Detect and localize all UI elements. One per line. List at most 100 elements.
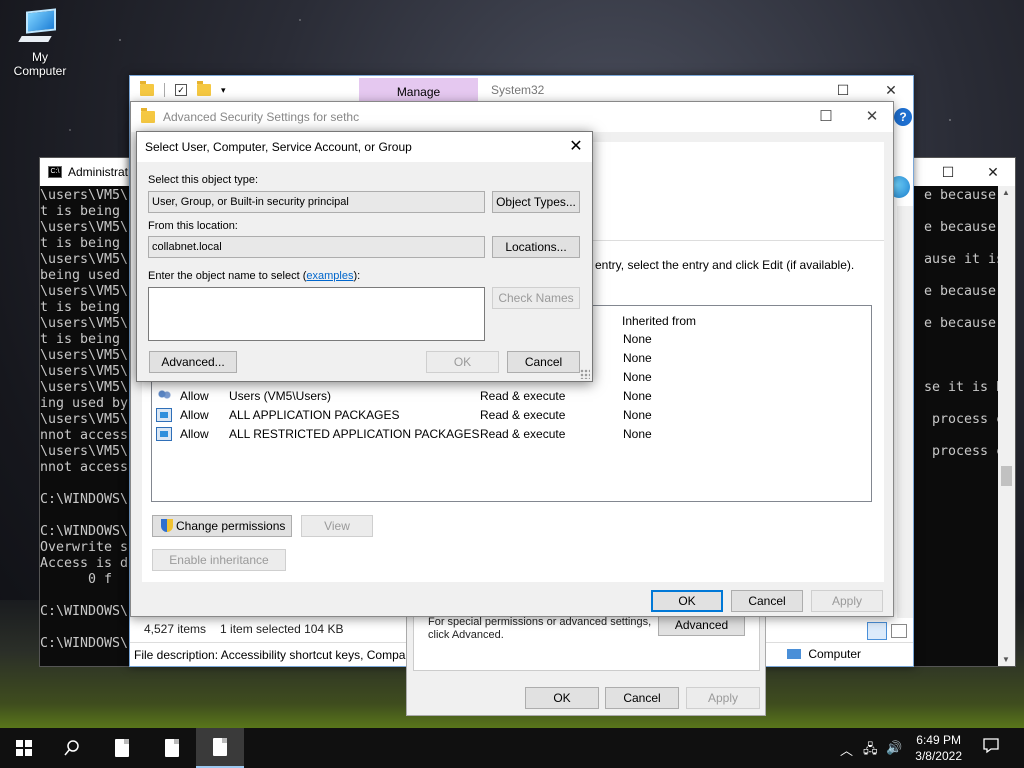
cmd-scroll-thumb[interactable]: [1001, 466, 1012, 486]
cmd-line-right: [924, 332, 1004, 348]
permission-entry-row[interactable]: Allow ALL APPLICATION PACKAGES Read & exec…: [156, 406, 856, 425]
cmd-output-right: e because i e because i ause it is e becau…: [924, 188, 1013, 460]
folder-icon: [141, 108, 155, 123]
close-icon[interactable]: ✕: [970, 162, 1016, 184]
entry-type: Allow: [180, 389, 209, 403]
help-icon[interactable]: ?: [894, 108, 912, 126]
enable-inheritance-button[interactable]: Enable inheritance: [152, 549, 286, 571]
enter-name-text: Enter the object name to select (: [148, 270, 307, 282]
windows-logo-icon: [16, 740, 32, 756]
cancel-button[interactable]: Cancel: [605, 687, 679, 709]
permission-entry-row[interactable]: Allow ALL RESTRICTED APPLICATION PACKAGES…: [156, 425, 856, 444]
document-icon: [165, 739, 179, 757]
location-label: From this location:: [148, 220, 238, 232]
column-header-inherited[interactable]: Inherited from: [622, 314, 696, 328]
permission-entry-row[interactable]: Allow Users (VM5\Users) Read & execute None: [156, 387, 856, 406]
item-count: 4,527 items: [144, 622, 207, 636]
computer-icon: [18, 8, 62, 46]
cancel-button[interactable]: Cancel: [507, 351, 580, 373]
object-type-field: User, Group, or Built-in security princi…: [148, 191, 485, 213]
sethc-properties-dialog[interactable]: For special permissions or advanced sett…: [406, 610, 766, 716]
scroll-up-icon[interactable]: ▲: [1002, 188, 1010, 197]
cmd-line-right: e because i: [924, 188, 1013, 203]
computer-icon: [786, 649, 801, 659]
uac-shield-icon: [161, 519, 173, 532]
resize-grip-icon[interactable]: [580, 369, 590, 379]
volume-icon[interactable]: 🔊: [886, 740, 902, 756]
view-button[interactable]: View: [301, 515, 373, 537]
select-dialog-titlebar[interactable]: Select User, Computer, Service Account, …: [137, 132, 592, 162]
permission-hint: entry, select the entry and click Edit (…: [595, 258, 855, 272]
entry-type: Allow: [180, 408, 209, 422]
cmd-line-right: e because i: [924, 316, 1013, 331]
cmd-line-right: ause it is: [924, 252, 1013, 267]
my-computer-desktop-icon[interactable]: My Computer: [4, 8, 76, 78]
object-name-input[interactable]: [148, 287, 485, 341]
select-user-dialog[interactable]: Select User, Computer, Service Account, …: [136, 131, 593, 382]
clock-time: 6:49 PM: [916, 733, 961, 747]
network-icon[interactable]: 🖧: [863, 740, 878, 762]
taskbar-app-1[interactable]: [98, 728, 146, 768]
properties-icon[interactable]: ✓: [175, 84, 187, 96]
maximize-icon[interactable]: ☐: [925, 162, 971, 184]
maximize-icon[interactable]: ☐: [820, 76, 866, 104]
check-names-button[interactable]: Check Names: [492, 287, 580, 309]
entry-inherited: None: [623, 408, 652, 422]
cmd-line-right: e because i: [924, 220, 1013, 235]
entry-inherited: None: [623, 389, 652, 403]
entry-inherited: None: [623, 370, 652, 384]
entry-inherited: None: [623, 332, 652, 346]
search-button[interactable]: [48, 728, 96, 768]
package-icon: [156, 427, 172, 441]
search-icon: [64, 740, 79, 756]
change-permissions-label: Change permissions: [176, 519, 286, 533]
ok-button[interactable]: OK: [426, 351, 499, 373]
adv-titlebar[interactable]: Advanced Security Settings for sethc: [131, 102, 893, 132]
object-types-button[interactable]: Object Types...: [492, 191, 580, 213]
new-folder-icon[interactable]: [197, 81, 211, 96]
cmd-line-right: [924, 364, 1004, 380]
taskbar-app-3[interactable]: [196, 728, 244, 768]
cmd-scrollbar[interactable]: ▲ ▼: [998, 186, 1015, 666]
scroll-down-icon[interactable]: ▼: [1002, 655, 1010, 664]
cancel-button[interactable]: Cancel: [731, 590, 803, 612]
taskbar-app-2[interactable]: [148, 728, 196, 768]
change-permissions-button[interactable]: Change permissions: [152, 515, 292, 537]
details-view-icon[interactable]: [867, 622, 887, 640]
entry-principal: Users (VM5\Users): [229, 389, 332, 403]
cmd-title: Administrat: [68, 165, 129, 179]
enter-name-suffix: ):: [353, 270, 361, 282]
enter-name-label: Enter the object name to select (example…: [148, 270, 360, 282]
quick-access-dropdown-icon[interactable]: ▾: [221, 85, 226, 96]
large-icons-view-icon[interactable]: [891, 624, 907, 638]
locations-button[interactable]: Locations...: [492, 236, 580, 258]
explorer-title: System32: [491, 83, 545, 97]
computer-zone-label: Computer: [808, 647, 861, 661]
close-icon[interactable]: ✕: [560, 132, 592, 162]
package-icon: [156, 408, 172, 422]
chevron-up-icon[interactable]: ︿: [840, 740, 853, 759]
examples-link[interactable]: examples: [306, 270, 353, 282]
location-field: collabnet.local: [148, 236, 485, 258]
notifications-icon[interactable]: [982, 736, 1000, 757]
entry-principal: ALL RESTRICTED APPLICATION PACKAGES: [229, 427, 480, 441]
ok-button[interactable]: OK: [525, 687, 599, 709]
object-type-label: Select this object type:: [148, 174, 259, 186]
cmd-line-right: process ca: [924, 412, 1013, 427]
entry-access: Read & execute: [480, 408, 566, 422]
system-clock[interactable]: 6:49 PM 3/8/2022: [915, 732, 962, 764]
taskbar: ︿ 🖧 🔊 6:49 PM 3/8/2022: [0, 728, 1024, 768]
ok-button[interactable]: OK: [651, 590, 723, 612]
explorer-scrollbar[interactable]: [897, 206, 913, 618]
cmd-line-right: se it is be: [924, 380, 1013, 395]
cmd-line-right: e because i: [924, 284, 1013, 299]
apply-button[interactable]: Apply: [686, 687, 760, 709]
entry-access: Read & execute: [480, 427, 566, 441]
advanced-button[interactable]: Advanced: [658, 614, 745, 636]
maximize-icon[interactable]: ☐: [803, 102, 849, 132]
close-icon[interactable]: ✕: [868, 76, 914, 104]
advanced-button[interactable]: Advanced...: [149, 351, 237, 373]
close-icon[interactable]: ✕: [849, 102, 895, 132]
start-button[interactable]: [0, 728, 48, 768]
apply-button[interactable]: Apply: [811, 590, 883, 612]
